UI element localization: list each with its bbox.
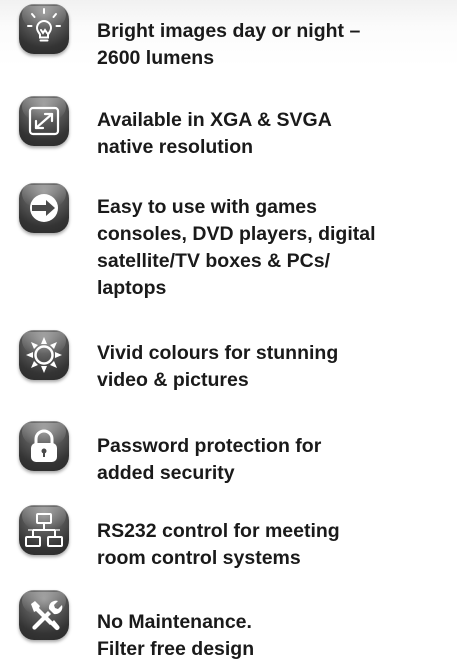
feature-text: Vivid colours for stunning video & pictu…: [97, 340, 447, 394]
padlock-icon: [19, 421, 69, 471]
feature-line: satellite/TV boxes & PCs/: [97, 250, 331, 272]
feature-line: laptops: [97, 277, 167, 299]
feature-line: Vivid colours for stunning: [97, 342, 339, 364]
tools-icon: [19, 590, 69, 640]
feature-text: Password protection for added security: [97, 433, 447, 487]
feature-line: Available in XGA & SVGA: [97, 109, 332, 131]
feature-line: Filter free design: [97, 638, 255, 660]
feature-text: No Maintenance. Filter free design: [97, 609, 447, 663]
feature-line: added security: [97, 462, 235, 484]
feature-line: No Maintenance.: [97, 611, 252, 633]
feature-text: Easy to use with games consoles, DVD pla…: [97, 194, 447, 302]
sun-icon: [19, 330, 69, 380]
feature-line: consoles, DVD players, digital: [97, 223, 376, 245]
feature-line: native resolution: [97, 136, 254, 158]
feature-text: Bright images day or night – 2600 lumens: [97, 18, 447, 72]
feature-text: RS232 control for meeting room control s…: [97, 518, 447, 572]
lightbulb-icon: [19, 4, 69, 54]
feature-line: Easy to use with games: [97, 196, 317, 218]
feature-line: Password protection for: [97, 435, 322, 457]
feature-line: room control systems: [97, 547, 301, 569]
network-icon: [19, 505, 69, 555]
resize-arrow-icon: [19, 96, 69, 146]
feature-line: Bright images day or night –: [97, 20, 361, 42]
feature-line: 2600 lumens: [97, 47, 215, 69]
arrow-right-icon: [19, 183, 69, 233]
feature-text: Available in XGA & SVGA native resolutio…: [97, 107, 447, 161]
feature-line: video & pictures: [97, 369, 249, 391]
feature-line: RS232 control for meeting: [97, 520, 340, 542]
